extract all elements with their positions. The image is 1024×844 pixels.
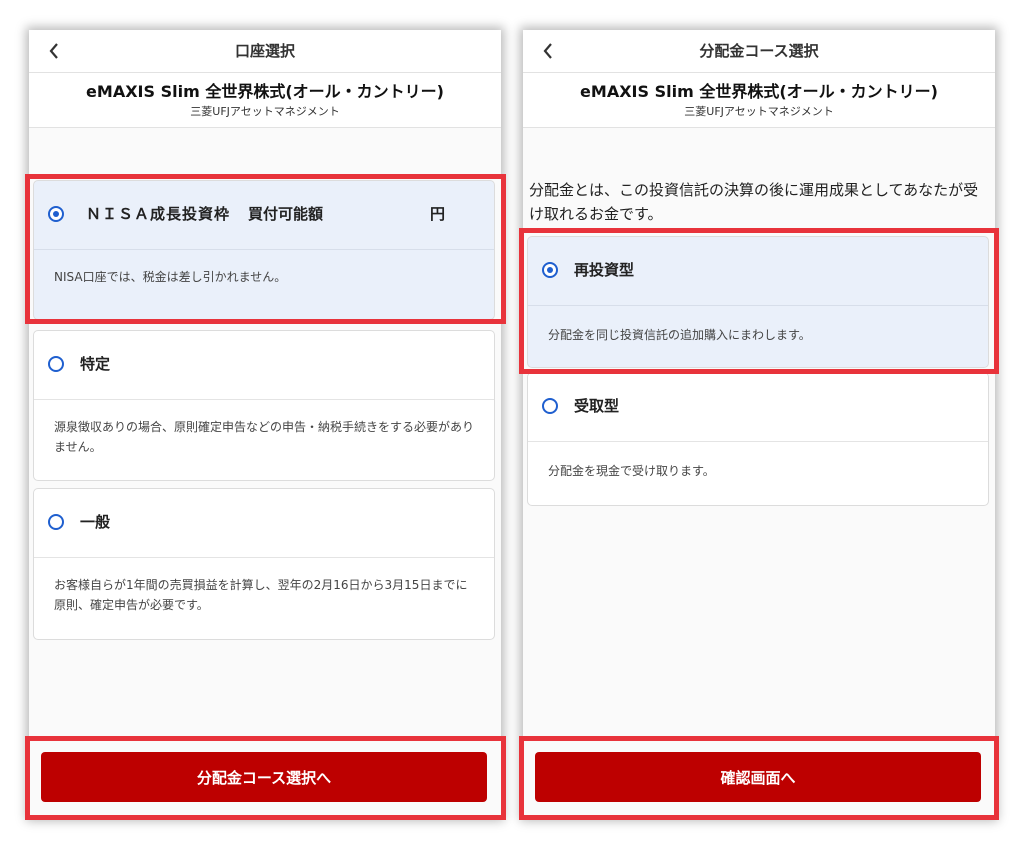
option-label: 受取型 <box>574 397 620 415</box>
option-nisa-growth[interactable]: ＮＩＳＡ成長投資枠 買付可能額 円 NISA口座では、税金は差し引かれません。 <box>33 180 495 320</box>
option-header: 再投資型 <box>528 237 988 306</box>
option-label: ＮＩＳＡ成長投資枠 <box>86 205 231 223</box>
currency-label: 円 <box>430 205 446 223</box>
back-button[interactable] <box>43 40 65 62</box>
radio-selected-icon[interactable] <box>48 206 64 222</box>
page-title: 分配金コース選択 <box>699 42 819 60</box>
option-ippan[interactable]: 一般 お客様自らが1年間の売買損益を計算し、翌年の2月16日から3月15日までに… <box>33 488 495 640</box>
option-header: 一般 <box>34 489 494 558</box>
radio-unselected-icon[interactable] <box>48 356 64 372</box>
option-tokutei[interactable]: 特定 源泉徴収ありの場合、原則確定申告などの申告・納税手続きをする必要がありませ… <box>33 330 495 481</box>
fund-header: eMAXIS Slim 全世界株式(オール・カントリー) 三菱UFJアセットマネ… <box>523 73 995 128</box>
next-distribution-course-button[interactable]: 分配金コース選択へ <box>41 752 487 802</box>
next-confirmation-button[interactable]: 確認画面へ <box>535 752 981 802</box>
distribution-intro-text: 分配金とは、この投資信託の決算の後に運用成果としてあなたが受け取れるお金です。 <box>529 181 979 223</box>
option-description: 分配金を同じ投資信託の追加購入にまわします。 <box>548 328 811 342</box>
option-description: 分配金を現金で受け取ります。 <box>548 464 715 478</box>
nav-bar: 分配金コース選択 <box>523 30 995 73</box>
option-description: お客様自らが1年間の売買損益を計算し、翌年の2月16日から3月15日までに原則、… <box>54 578 468 612</box>
option-label: 特定 <box>80 355 111 373</box>
chevron-left-icon <box>49 43 58 59</box>
fund-header: eMAXIS Slim 全世界株式(オール・カントリー) 三菱UFJアセットマネ… <box>29 73 501 128</box>
fund-company: 三菱UFJアセットマネジメント <box>684 105 834 118</box>
option-header: 受取型 <box>528 373 988 442</box>
fund-name: eMAXIS Slim 全世界株式(オール・カントリー) <box>580 82 938 101</box>
option-receive[interactable]: 受取型 分配金を現金で受け取ります。 <box>527 372 989 506</box>
option-label: 再投資型 <box>574 261 635 279</box>
option-description: NISA口座では、税金は差し引かれません。 <box>54 270 287 284</box>
option-description: 源泉徴収ありの場合、原則確定申告などの申告・納税手続きをする必要がありません。 <box>54 420 475 454</box>
available-amount-label: 買付可能額 <box>248 205 324 223</box>
option-label: 一般 <box>80 513 111 531</box>
option-header: 特定 <box>34 331 494 400</box>
back-button[interactable] <box>537 40 559 62</box>
option-header: ＮＩＳＡ成長投資枠 買付可能額 円 <box>34 181 494 250</box>
radio-unselected-icon[interactable] <box>48 514 64 530</box>
radio-unselected-icon[interactable] <box>542 398 558 414</box>
page-title: 口座選択 <box>234 42 295 60</box>
distribution-course-screen: 分配金コース選択 eMAXIS Slim 全世界株式(オール・カントリー) 三菱… <box>523 30 995 818</box>
nav-bar: 口座選択 <box>29 30 501 73</box>
account-selection-screen: 口座選択 eMAXIS Slim 全世界株式(オール・カントリー) 三菱UFJア… <box>29 30 501 818</box>
radio-selected-icon[interactable] <box>542 262 558 278</box>
chevron-left-icon <box>543 43 552 59</box>
fund-name: eMAXIS Slim 全世界株式(オール・カントリー) <box>86 82 444 101</box>
option-reinvest[interactable]: 再投資型 分配金を同じ投資信託の追加購入にまわします。 <box>527 236 989 368</box>
fund-company: 三菱UFJアセットマネジメント <box>190 105 340 118</box>
